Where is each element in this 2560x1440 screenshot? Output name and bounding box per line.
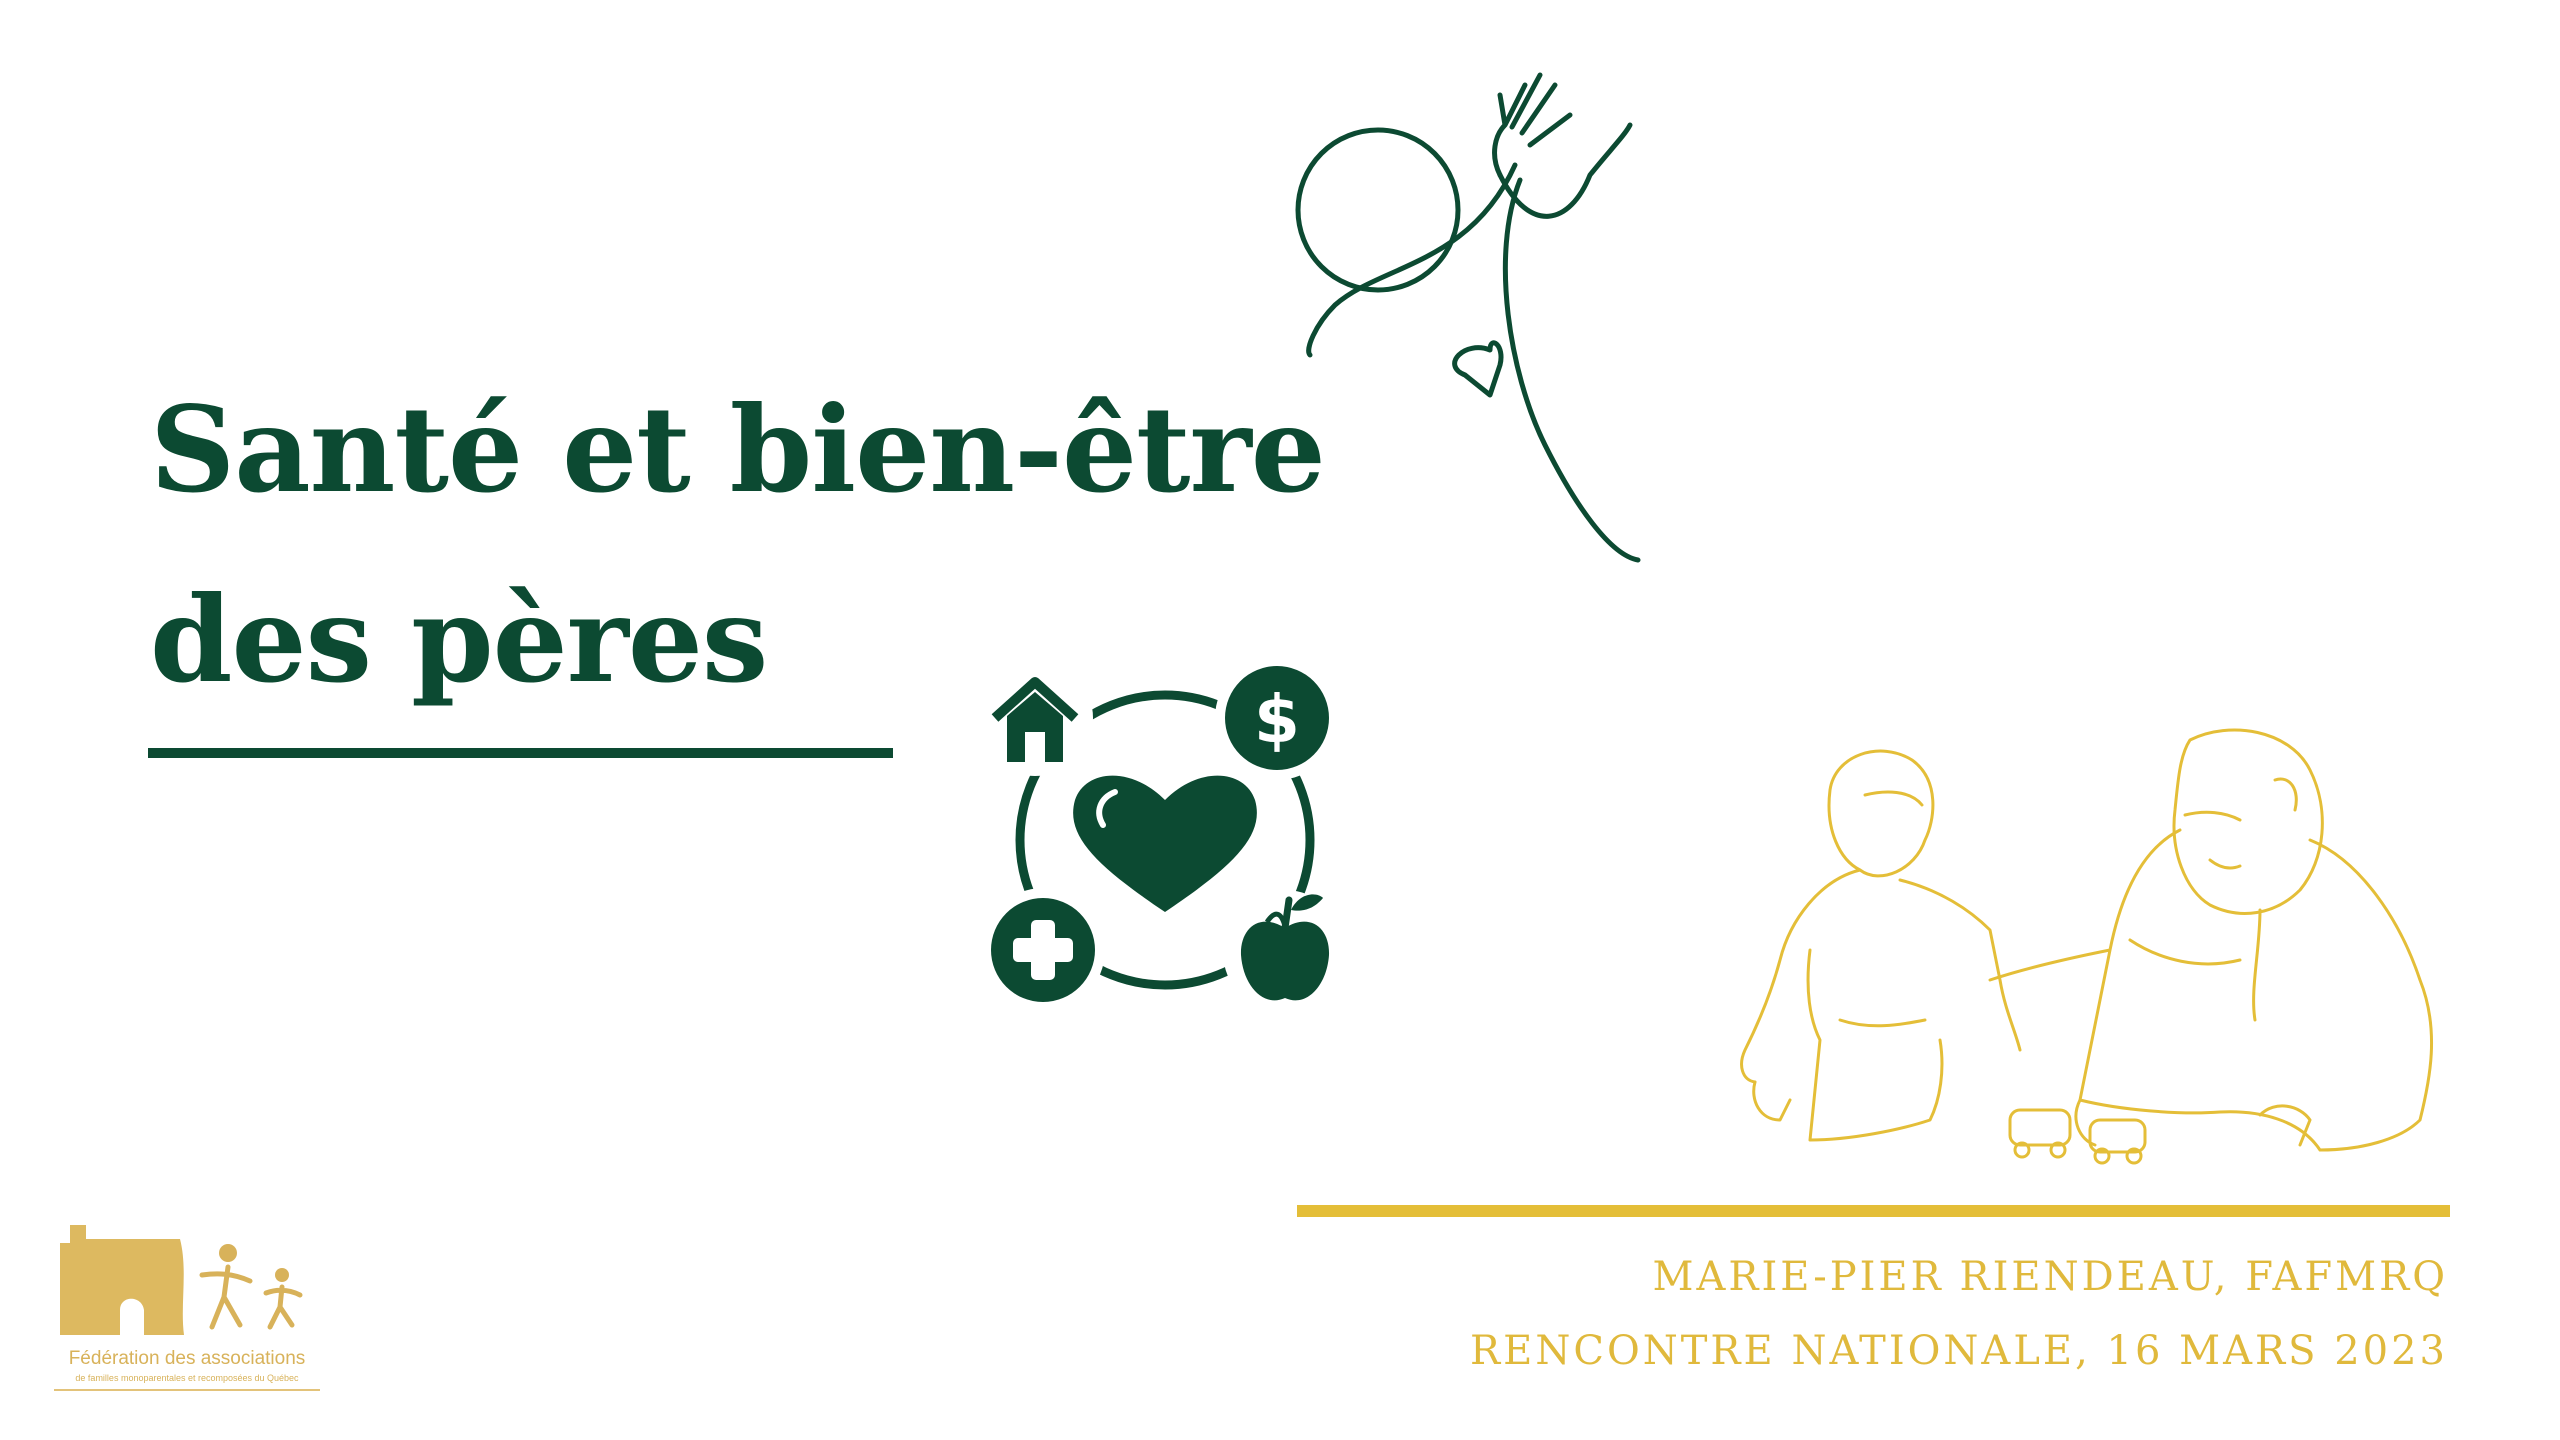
logo-name: Fédération des associations xyxy=(68,1348,306,1369)
waving-person-illustration xyxy=(1295,72,1641,563)
logo-house-shape xyxy=(60,1225,184,1335)
apple-icon xyxy=(1223,890,1345,1014)
credits-block: MARIE-PIER RIENDEAU, FAFMRQ RENCONTRE NA… xyxy=(1470,1240,2448,1388)
title-underline xyxy=(148,748,893,758)
heart-icon xyxy=(1073,775,1257,912)
house-icon xyxy=(985,660,1093,776)
small-heart-icon xyxy=(1452,340,1504,398)
fafmrq-logo: Fédération des associations de familles … xyxy=(52,1215,322,1395)
dollar-coin-icon: $ xyxy=(1215,660,1339,780)
father-body xyxy=(1988,828,2433,1152)
medical-cross-icon xyxy=(985,888,1105,1012)
logo-mark xyxy=(60,1225,303,1335)
toy-car-1 xyxy=(2008,1108,2072,1147)
presenter-name: MARIE-PIER RIENDEAU, FAFMRQ xyxy=(1652,1254,2448,1300)
person-body xyxy=(1497,122,1641,563)
father-head xyxy=(2172,728,2324,915)
logo-underline xyxy=(54,1389,320,1391)
father-child-illustration xyxy=(1740,728,2433,1165)
event-date: RENCONTRE NATIONALE, 16 MARS 2023 xyxy=(1470,1328,2448,1374)
person-head xyxy=(1295,127,1461,293)
person-arm xyxy=(1306,72,1573,358)
child-body xyxy=(1740,868,2022,1142)
toy-car-2 xyxy=(2088,1118,2147,1154)
child-head xyxy=(1827,749,1935,878)
credits-rule xyxy=(1297,1205,2450,1217)
title-line-1: Santé et bien-être xyxy=(150,380,1326,519)
logo-tagline: de familles monoparentales et recomposée… xyxy=(75,1373,299,1383)
svg-text:$: $ xyxy=(1254,681,1300,758)
wellbeing-icon-cluster: $ xyxy=(985,660,1345,1014)
logo-figures xyxy=(199,1244,303,1330)
